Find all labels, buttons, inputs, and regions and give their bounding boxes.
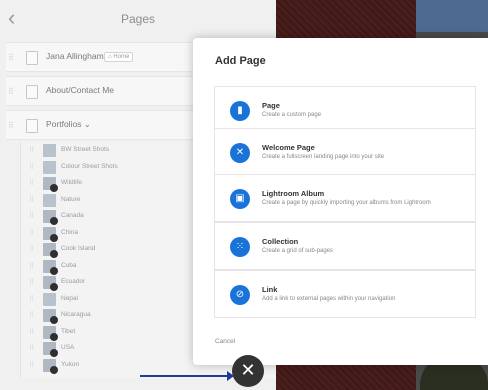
page-label: Portfolios ⌄ (46, 119, 91, 129)
list-item-label: USA (61, 344, 75, 351)
add-page-modal: Add Page ▮ Page Create a custom page ✕ W… (193, 38, 488, 365)
add-page-option-collection[interactable]: ⁙ Collection Create a grid of sub-pages (214, 222, 476, 270)
option-title: Welcome Page (262, 143, 315, 152)
drag-handle-icon[interactable]: ⠿ (29, 212, 34, 220)
link-icon: ⊘ (230, 285, 250, 305)
drag-handle-icon[interactable]: ⠿ (29, 196, 34, 204)
drag-handle-icon[interactable]: ⠿ (29, 328, 34, 336)
album-thumbnail (43, 325, 58, 341)
drag-handle-icon[interactable]: ⠿ (8, 122, 16, 130)
option-description: Create a page by quickly importing your … (262, 200, 431, 206)
collection-thumbnail (43, 144, 56, 157)
list-item-label: Nature (61, 195, 81, 203)
option-title: Page (262, 101, 280, 110)
list-item-label: Nepal (61, 294, 78, 302)
list-item-label: Cook Island (61, 245, 96, 252)
album-thumbnail (43, 259, 58, 275)
drag-handle-icon[interactable]: ⠿ (29, 311, 34, 319)
list-item-label: Ecuador (61, 278, 86, 285)
add-page-option-lightroom-album[interactable]: ▣ Lightroom Album Create a page by quick… (214, 174, 476, 222)
drag-handle-icon[interactable]: ⠿ (8, 54, 16, 62)
page-icon: ▮ (230, 101, 250, 121)
drag-handle-icon[interactable]: ⠿ (29, 295, 34, 303)
drag-handle-icon[interactable]: ⠿ (29, 163, 34, 171)
option-description: Create a grid of sub-pages (262, 248, 334, 254)
collection-thumbnail (43, 160, 56, 174)
option-title: Link (262, 285, 278, 294)
list-item-label: BW Street Shots (61, 146, 110, 153)
list-item-label: Cuba (61, 261, 77, 269)
background-photo-blue (416, 0, 488, 32)
drag-handle-icon[interactable]: ⠿ (29, 361, 34, 369)
close-icon[interactable]: ✕ (232, 355, 264, 387)
list-item-label: Yukon (61, 360, 80, 368)
album-thumbnail (43, 342, 58, 357)
modal-title: Add Page (215, 55, 266, 67)
drag-handle-icon[interactable]: ⠿ (29, 278, 34, 286)
album-thumbnail (43, 210, 58, 225)
panel-header: ‹ Pages (0, 0, 276, 38)
list-item-label: Tibet (61, 327, 76, 335)
collection-icon (26, 119, 38, 133)
drag-handle-icon[interactable]: ⠿ (29, 344, 34, 352)
drag-handle-icon[interactable]: ⠿ (29, 245, 34, 253)
page-icon (26, 85, 38, 99)
drag-handle-icon[interactable]: ⠿ (29, 179, 34, 187)
album-thumbnail (43, 243, 58, 258)
lightroom-icon: ▣ (230, 189, 250, 209)
grid-icon: ⁙ (230, 237, 250, 257)
list-item-label: Colour Street Shots (61, 162, 118, 170)
album-thumbnail (43, 358, 58, 374)
album-thumbnail (43, 276, 58, 291)
option-title: Collection (262, 237, 299, 246)
page-label: Jana Allingham (46, 51, 104, 61)
option-title: Lightroom Album (262, 189, 325, 198)
home-page-icon (26, 51, 38, 65)
collection-thumbnail (43, 292, 56, 306)
album-thumbnail (43, 177, 58, 192)
home-badge: ⌂ Home (104, 52, 134, 62)
lightroom-badge-icon (50, 365, 58, 374)
welcome-icon: ✕ (230, 143, 250, 163)
option-description: Create a custom page (262, 112, 322, 118)
option-description: Create a fullscreen landing page into yo… (262, 154, 385, 160)
list-item-label: China (61, 228, 78, 236)
annotation-arrow (140, 371, 234, 381)
add-page-option-page[interactable]: ▮ Page Create a custom page (214, 86, 476, 134)
page-label: About/Contact Me (46, 85, 115, 95)
option-description: Add a link to external pages within your… (262, 296, 396, 302)
album-thumbnail (43, 309, 58, 324)
drag-handle-icon[interactable]: ⠿ (29, 146, 34, 154)
drag-handle-icon[interactable]: ⠿ (29, 262, 34, 270)
add-page-option-welcome[interactable]: ✕ Welcome Page Create a fullscreen landi… (214, 128, 476, 176)
list-item-label: Nicaragua (61, 311, 91, 318)
list-item-label: Wildlife (61, 179, 82, 186)
drag-handle-icon[interactable]: ⠿ (29, 229, 34, 237)
page-title: Pages (120, 12, 156, 26)
cancel-button[interactable]: Cancel (215, 338, 235, 345)
list-item-label: Canada (61, 212, 84, 219)
album-thumbnail (43, 226, 58, 242)
add-page-option-link[interactable]: ⊘ Link Add a link to external pages with… (214, 270, 476, 318)
collection-thumbnail (43, 193, 56, 207)
drag-handle-icon[interactable]: ⠿ (8, 88, 16, 96)
